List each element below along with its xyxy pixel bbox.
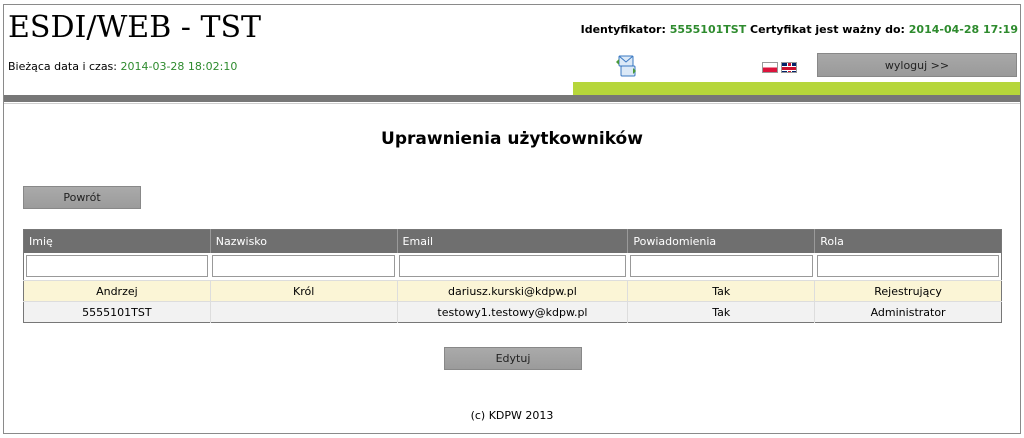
filter-last-name-input[interactable]: [212, 255, 396, 278]
column-header-notifications[interactable]: Powiadomienia: [627, 229, 816, 253]
language-switcher: [762, 62, 797, 73]
cell-last-name: [210, 301, 398, 323]
app-frame: ESDI/WEB - TST Bieżąca data i czas: 2014…: [3, 4, 1021, 434]
header-divider: [4, 95, 1020, 102]
footer-copyright: (c) KDPW 2013: [470, 409, 554, 422]
column-header-email[interactable]: Email: [397, 229, 629, 253]
table-header-row: Imię Nazwisko Email Powiadomienia Rola: [23, 229, 1002, 253]
filter-email-input[interactable]: [399, 255, 626, 278]
certificate-value: 2014-04-28 17:19: [908, 23, 1018, 36]
cell-last-name: Król: [210, 280, 398, 302]
column-header-last-name[interactable]: Nazwisko: [210, 229, 398, 253]
edit-button[interactable]: Edytuj: [444, 347, 582, 370]
identifier-value: 5555101TST: [669, 23, 747, 36]
logout-button[interactable]: wyloguj >>: [817, 53, 1017, 77]
users-permissions-table: Imię Nazwisko Email Powiadomienia Rola A…: [23, 229, 1002, 323]
page-title: Uprawnienia użytkowników: [381, 129, 643, 149]
cell-role: Administrator: [814, 301, 1002, 323]
datetime-value: 2014-03-28 18:02:10: [120, 60, 238, 73]
datetime-label: Bieżąca data i czas:: [8, 60, 117, 73]
cell-first-name: 5555101TST: [23, 301, 211, 323]
table-row[interactable]: 5555101TST testowy1.testowy@kdpw.pl Tak …: [23, 301, 1002, 323]
header-divider-line: [4, 103, 1020, 104]
filter-first-name-input[interactable]: [26, 255, 209, 278]
back-button[interactable]: Powrót: [23, 186, 141, 209]
cell-notifications: Tak: [627, 301, 816, 323]
identifier-label: Identyfikator:: [580, 23, 666, 36]
current-datetime: Bieżąca data i czas: 2014-03-28 18:02:10: [8, 60, 237, 73]
cell-email: dariusz.kurski@kdpw.pl: [397, 280, 629, 302]
message-exchange-icon[interactable]: [614, 54, 638, 78]
filter-notifications-input[interactable]: [629, 255, 813, 278]
cell-first-name: Andrzej: [23, 280, 211, 302]
filter-row: [23, 252, 1002, 281]
certificate-label: Certyfikat jest ważny do:: [750, 23, 905, 36]
filter-role-input[interactable]: [816, 255, 999, 278]
flag-gb-icon[interactable]: [781, 62, 797, 73]
flag-pl-icon[interactable]: [762, 62, 778, 73]
identifier-info: Identyfikator: 5555101TST Certyfikat jes…: [581, 23, 1018, 36]
cell-notifications: Tak: [627, 280, 816, 302]
header-accent-bar: [573, 82, 1020, 96]
app-title: ESDI/WEB - TST: [8, 10, 262, 45]
cell-role: Rejestrujący: [814, 280, 1002, 302]
column-header-role[interactable]: Rola: [814, 229, 1002, 253]
cell-email: testowy1.testowy@kdpw.pl: [397, 301, 629, 323]
column-header-first-name[interactable]: Imię: [23, 229, 211, 253]
table-row[interactable]: Andrzej Król dariusz.kurski@kdpw.pl Tak …: [23, 280, 1002, 302]
